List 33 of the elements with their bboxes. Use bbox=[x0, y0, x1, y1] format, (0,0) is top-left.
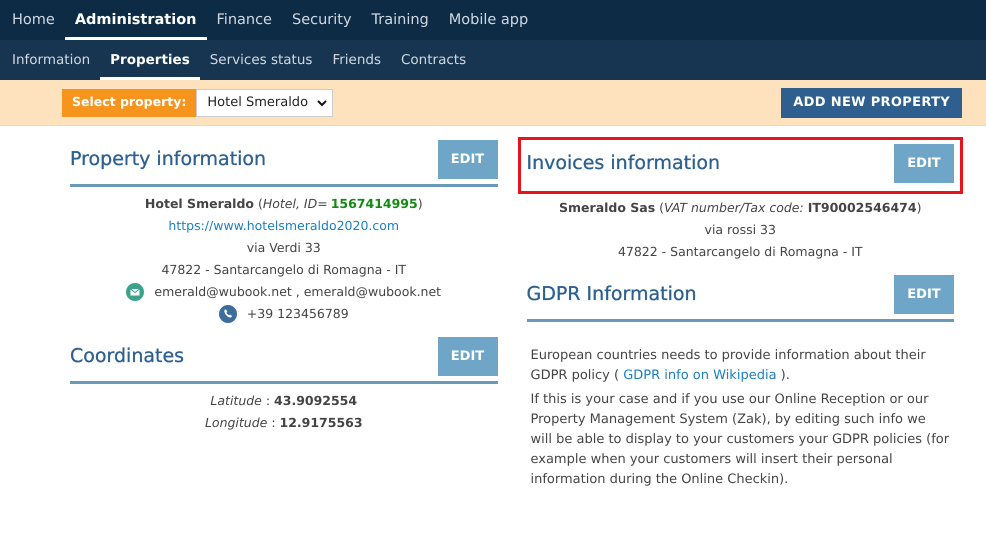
phone-text: +39 123456789 bbox=[246, 305, 349, 323]
section-title: GDPR Information bbox=[526, 282, 697, 308]
nav-tab[interactable]: Contracts bbox=[391, 44, 476, 80]
section-title: Property information bbox=[70, 147, 266, 172]
nav-tab[interactable]: Finance bbox=[206, 4, 282, 40]
property-name-line: Hotel Smeraldo (Hotel, ID= 1567414995) bbox=[144, 195, 423, 213]
address-text: 47822 - Santarcangelo di Romagna - IT bbox=[161, 261, 406, 279]
address-text: via rossi 33 bbox=[704, 221, 776, 239]
gdpr-paragraph: If this is your case and if you use our Online Reception or our Property Management System (Zak), by editing such info we will be able to display to your customers your GDPR policies (for example when your customers will insert their personal information during the Online Checkin). bbox=[530, 391, 950, 489]
address-text: via Verdi 33 bbox=[246, 239, 321, 257]
phone-icon bbox=[218, 305, 237, 323]
section-title: Coordinates bbox=[70, 344, 184, 370]
address-text: 47822 - Santarcangelo di Romagna - IT bbox=[618, 243, 863, 261]
nav-tab[interactable]: Security bbox=[282, 4, 362, 40]
info-text: Smeraldo Sas (VAT number/Tax code: IT90002546474) bbox=[559, 199, 922, 217]
nav-tab[interactable]: Friends bbox=[322, 44, 391, 80]
gdpr-paragraph: European countries needs to provide information about their GDPR policy ( GDPR info on Wikipedia ). bbox=[530, 347, 927, 385]
property-select[interactable]: Hotel Smeraldo bbox=[196, 88, 334, 116]
add-property-button[interactable]: ADD NEW PROPERTY bbox=[781, 88, 962, 118]
wikipedia-link[interactable]: GDPR info on Wikipedia bbox=[623, 368, 777, 383]
nav-tab[interactable]: Information bbox=[2, 44, 100, 80]
info-text: Longitude : 12.9175563 bbox=[204, 414, 363, 432]
email-text: emerald@wubook.net , emerald@wubook.net bbox=[154, 283, 442, 301]
nav-tab[interactable]: Home bbox=[2, 4, 65, 40]
chevron-down-icon bbox=[316, 98, 328, 108]
nav-tab[interactable]: Services status bbox=[200, 44, 322, 80]
select-label: Select property: bbox=[62, 88, 196, 116]
nav-tab[interactable]: Training bbox=[362, 4, 439, 40]
nav-tab[interactable]: Mobile app bbox=[438, 4, 538, 40]
info-text: Latitude : 43.9092554 bbox=[210, 392, 358, 410]
envelope-icon bbox=[126, 283, 144, 301]
website-link[interactable]: https://www.hotelsmeraldo2020.com bbox=[168, 215, 400, 237]
section-title: Invoices information bbox=[526, 151, 720, 176]
